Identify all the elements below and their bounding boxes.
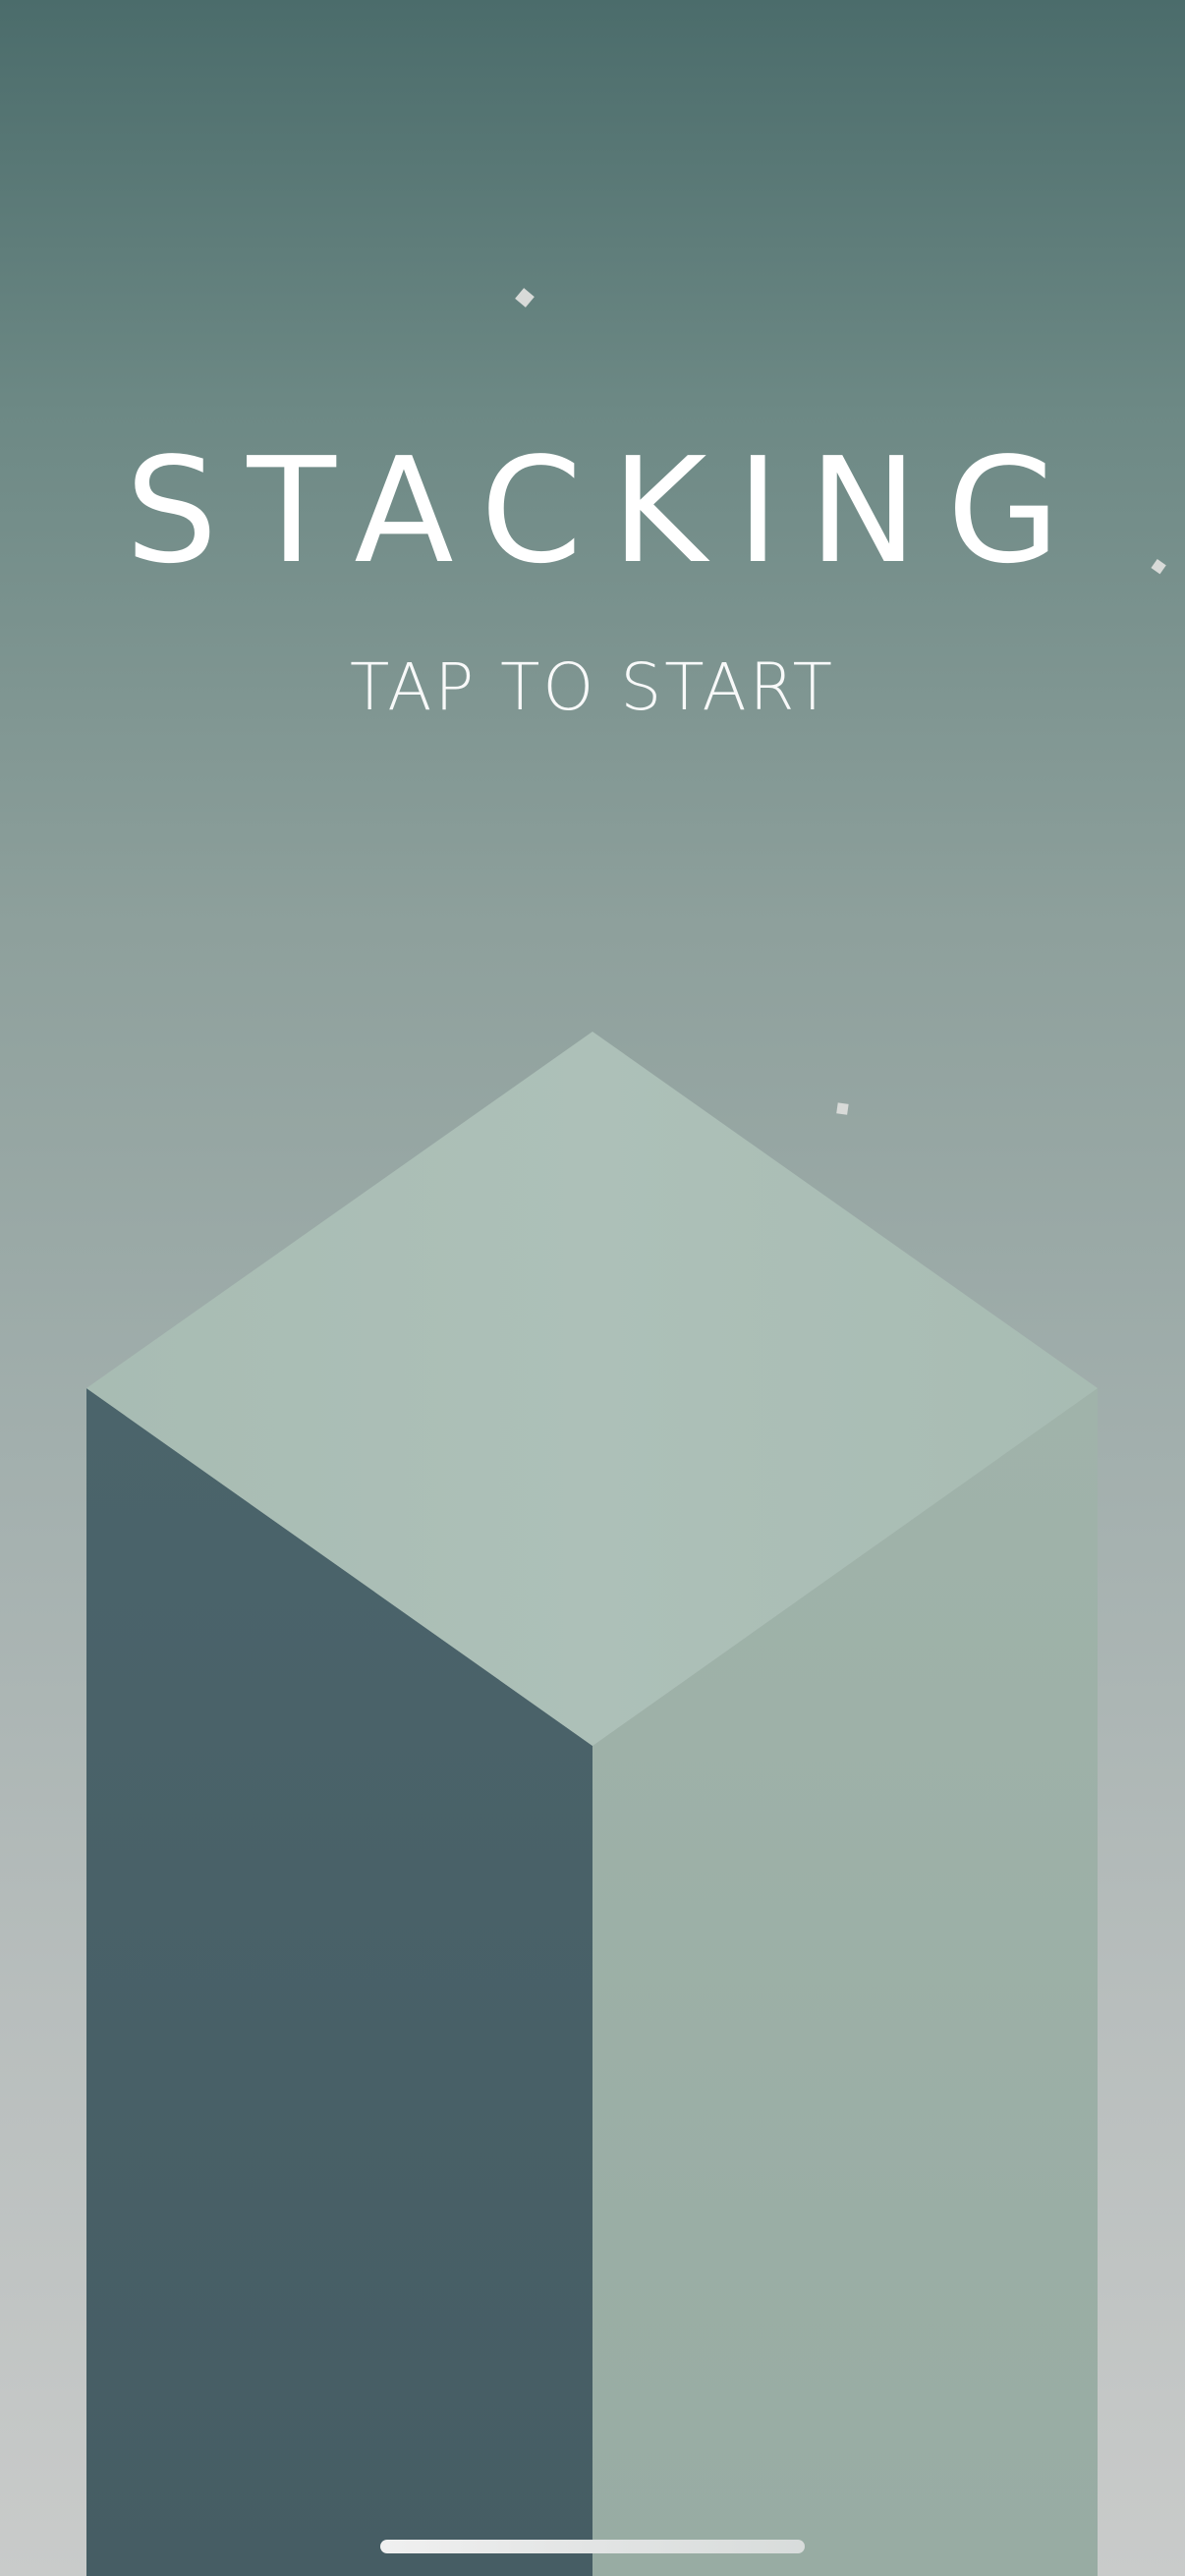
stack-block (86, 1032, 1098, 2576)
home-indicator[interactable] (380, 2540, 805, 2553)
game-title: STACKING (125, 426, 1090, 595)
game-screen[interactable]: STACKING TAP TO START (0, 0, 1185, 2576)
tap-to-start-prompt[interactable]: TAP TO START (0, 648, 1185, 727)
game-scene (86, 288, 1166, 2576)
particle (515, 288, 535, 308)
particle (836, 1102, 849, 1115)
